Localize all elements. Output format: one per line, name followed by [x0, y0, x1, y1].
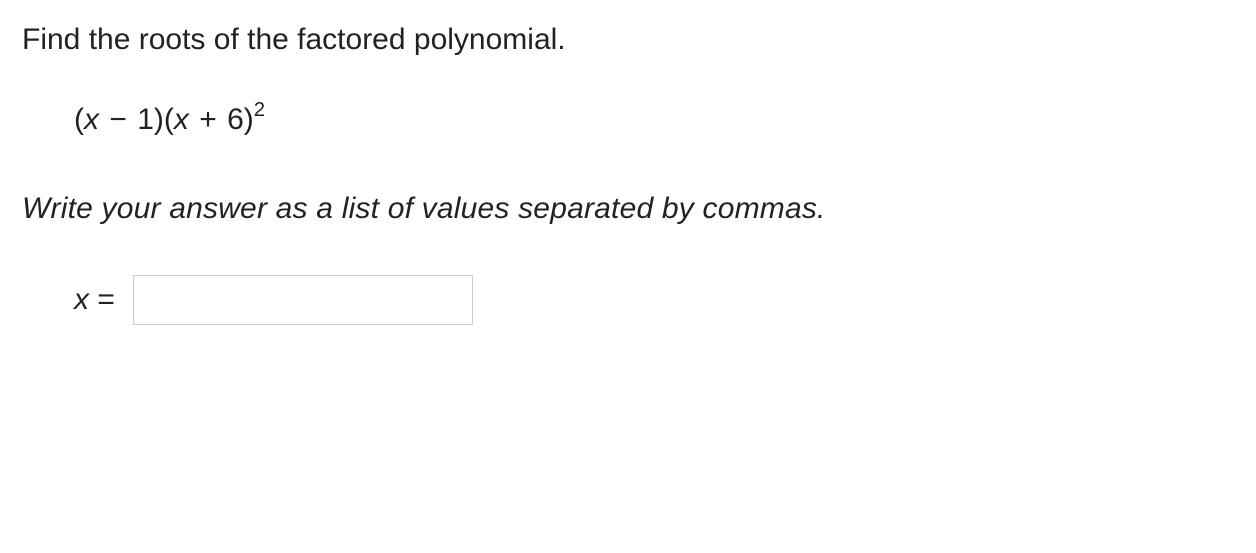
polynomial-expression: (x − 1)(x + 6)2: [22, 98, 1234, 142]
expr-var-x1: x: [84, 103, 99, 136]
hint-text: Write your answer as a list of values se…: [22, 187, 1234, 231]
answer-label-eq: =: [89, 283, 115, 316]
answer-row: x =: [22, 275, 1234, 325]
expr-num1: 1)(: [137, 103, 174, 136]
answer-input[interactable]: [133, 275, 473, 325]
expr-paren-open: (: [74, 103, 84, 136]
answer-label-var: x: [74, 283, 89, 316]
expr-minus: −: [99, 103, 137, 136]
expr-plus: +: [189, 103, 227, 136]
answer-label: x =: [74, 278, 115, 322]
expr-var-x2: x: [174, 103, 189, 136]
expr-exponent: 2: [254, 99, 265, 121]
expr-num2: 6): [227, 103, 254, 136]
question-text: Find the roots of the factored polynomia…: [22, 18, 1234, 62]
